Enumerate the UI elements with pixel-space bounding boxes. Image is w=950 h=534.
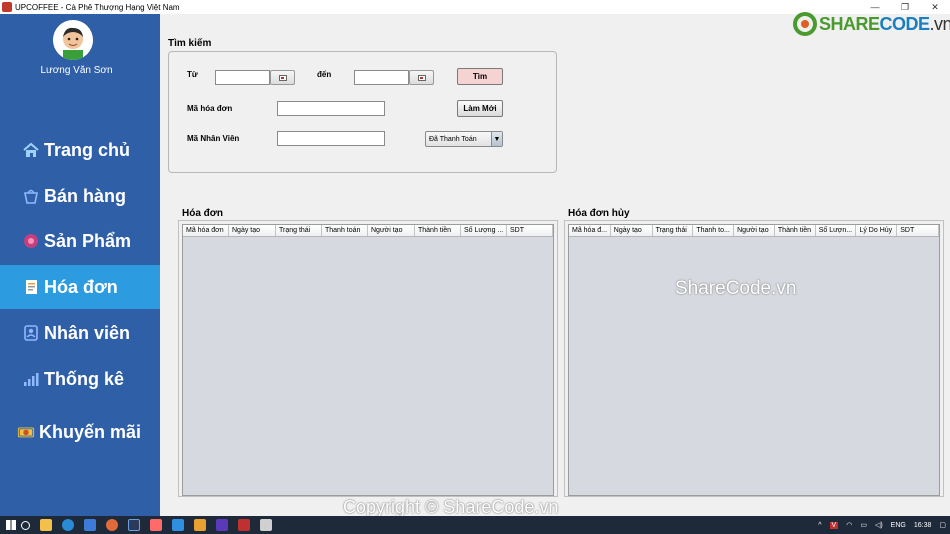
calendar-icon	[417, 74, 426, 81]
sidebar-item-label: Trang chủ	[44, 139, 131, 160]
column-header[interactable]: Ngày tạo	[229, 225, 276, 236]
from-date-picker-button[interactable]	[270, 70, 295, 85]
chevron-down-icon[interactable]: ▼	[491, 132, 502, 146]
cancelled-invoices-title: Hóa đơn hủy	[568, 208, 630, 219]
chart-icon	[22, 370, 40, 388]
column-header[interactable]: Người tạo	[368, 225, 415, 236]
vscode-icon[interactable]	[172, 519, 184, 531]
username-label: Lương Văn Sơn	[40, 65, 113, 76]
volume-icon[interactable]: ◁)	[875, 521, 883, 529]
search-section-title: Tìm kiếm	[168, 38, 212, 49]
center-watermark: ShareCode.vn	[675, 278, 797, 299]
battery-icon[interactable]: ▭	[860, 521, 867, 529]
avatar	[53, 20, 93, 60]
sidebar-item-employees[interactable]: Nhân viên	[0, 311, 160, 355]
sidebar-item-promotions[interactable]: Khuyến mãi	[0, 410, 160, 454]
window-title: UPCOFFEE - Cà Phê Thượng Hạng Việt Nam	[15, 2, 180, 12]
file-explorer-icon[interactable]	[40, 519, 52, 531]
main-content: Tìm kiếm Từ đến Tìm Mã hóa đơn Làm Mới M…	[160, 14, 950, 516]
sidebar-item-label: Khuyến mãi	[39, 421, 142, 442]
product-icon	[22, 232, 40, 250]
app-icon[interactable]	[216, 519, 228, 531]
home-icon	[22, 141, 40, 159]
column-header[interactable]: Trạng thái	[653, 225, 694, 236]
column-header[interactable]: Người tạo	[734, 225, 775, 236]
mail-icon[interactable]	[84, 519, 96, 531]
to-date-field[interactable]	[354, 70, 409, 85]
sidebar-item-invoices[interactable]: Hóa đơn	[0, 265, 160, 309]
calendar-icon	[278, 74, 287, 81]
column-header[interactable]: Thanh toán	[322, 225, 368, 236]
invoices-table-header: Mã hóa đơn Ngày tạo Trạng thái Thanh toá…	[183, 225, 553, 237]
employee-icon	[22, 324, 40, 342]
column-header[interactable]: Lý Do Hủy	[856, 225, 898, 236]
employee-id-label: Mã Nhân Viên	[187, 134, 240, 143]
from-date-field[interactable]	[215, 70, 270, 85]
logo-text: SHARECODE.vn	[819, 13, 950, 34]
wifi-icon[interactable]: ◠	[846, 521, 852, 529]
sidebar-item-products[interactable]: Sản Phẩm	[0, 219, 160, 263]
column-header[interactable]: Số Lượn...	[816, 225, 857, 236]
column-header[interactable]: Thành tiền	[415, 225, 461, 236]
copyright-watermark: Copyright © ShareCode.vn	[343, 497, 559, 517]
chevron-up-icon[interactable]: ^	[818, 522, 821, 529]
gear-logo-icon	[793, 12, 817, 36]
app-icon[interactable]	[194, 519, 206, 531]
antivirus-icon[interactable]: V	[829, 521, 839, 529]
clock[interactable]: 16:38	[914, 522, 932, 529]
sidebar-item-label: Thống kê	[44, 368, 124, 389]
cancelled-table-header: Mã hóa đ... Ngày tạo Trạng thái Thanh to…	[569, 225, 940, 237]
from-date-label: Từ	[187, 70, 198, 79]
sharecode-logo: SHARECODE.vn	[793, 12, 950, 36]
column-header[interactable]: Mã hóa đ...	[569, 225, 611, 236]
invoices-title: Hóa đơn	[182, 208, 223, 219]
sidebar: Lương Văn Sơn Trang chủ Bán hàng Sản Phẩ…	[0, 14, 160, 516]
language-indicator[interactable]: ENG	[891, 522, 906, 529]
app-icon[interactable]	[238, 519, 250, 531]
payment-status-select[interactable]: Đã Thanh Toán ▼	[425, 131, 503, 147]
sidebar-item-label: Bán hàng	[44, 185, 127, 206]
invoice-icon	[22, 278, 40, 296]
app-icon[interactable]	[106, 519, 118, 531]
coupon-icon	[17, 423, 35, 441]
sidebar-item-label: Nhân viên	[44, 322, 131, 343]
column-header[interactable]: Ngày tạo	[611, 225, 653, 236]
sidebar-item-sales[interactable]: Bán hàng	[0, 174, 160, 218]
search-button[interactable]: Tìm	[457, 68, 503, 85]
photoshop-icon[interactable]	[128, 519, 140, 531]
invoice-id-label: Mã hóa đơn	[187, 104, 233, 113]
invoices-table[interactable]: Mã hóa đơn Ngày tạo Trạng thái Thanh toá…	[182, 224, 554, 496]
sidebar-item-label: Hóa đơn	[44, 276, 118, 297]
sidebar-item-label: Sản Phẩm	[44, 230, 132, 251]
app-icon[interactable]	[150, 519, 162, 531]
column-header[interactable]: Mã hóa đơn	[183, 225, 229, 236]
windows-start-icon[interactable]	[6, 520, 16, 530]
column-header[interactable]: Số Lượng ...	[461, 225, 507, 236]
invoice-id-input[interactable]	[277, 101, 385, 116]
notification-icon[interactable]: ▢	[939, 521, 946, 529]
refresh-button[interactable]: Làm Mới	[457, 100, 503, 117]
sidebar-item-home[interactable]: Trang chủ	[0, 128, 160, 172]
taskbar: ^ V ◠ ▭ ◁) ENG 16:38 ▢	[0, 516, 950, 534]
user-avatar-icon	[53, 20, 93, 60]
select-value: Đã Thanh Toán	[429, 135, 477, 143]
java-app-icon[interactable]	[260, 519, 272, 531]
column-header[interactable]: Thanh to...	[693, 225, 735, 236]
to-date-label: đến	[317, 70, 332, 79]
sidebar-item-statistics[interactable]: Thống kê	[0, 357, 160, 401]
system-tray: ^ V ◠ ▭ ◁) ENG 16:38 ▢	[810, 516, 946, 534]
column-header[interactable]: SDT	[507, 225, 553, 236]
column-header[interactable]: SDT	[897, 225, 940, 236]
edge-browser-icon[interactable]	[62, 519, 74, 531]
basket-icon	[22, 187, 40, 205]
app-window: UPCOFFEE - Cà Phê Thượng Hạng Việt Nam —…	[0, 0, 950, 534]
cancelled-invoices-table[interactable]: Mã hóa đ... Ngày tạo Trạng thái Thanh to…	[568, 224, 940, 496]
app-logo-icon	[2, 2, 12, 12]
to-date-picker-button[interactable]	[409, 70, 434, 85]
column-header[interactable]: Trạng thái	[276, 225, 322, 236]
search-icon[interactable]	[21, 520, 30, 530]
column-header[interactable]: Thành tiền	[775, 225, 816, 236]
employee-id-input[interactable]	[277, 131, 385, 146]
